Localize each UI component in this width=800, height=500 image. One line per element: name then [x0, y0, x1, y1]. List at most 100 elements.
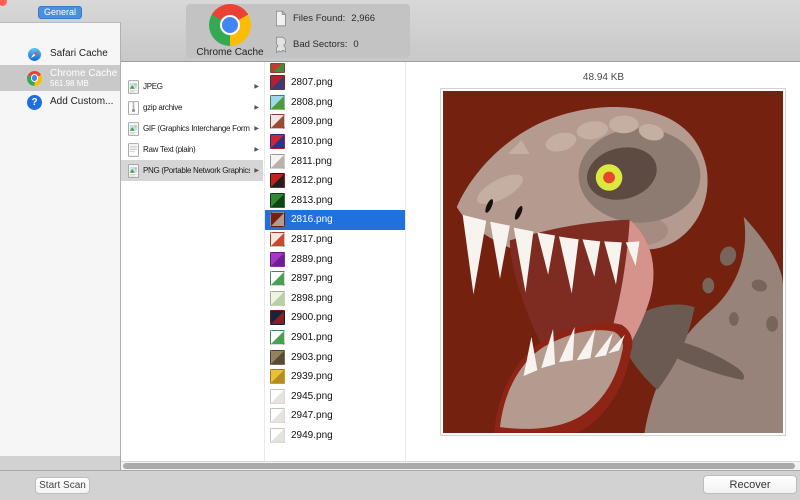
- file-list-item-2889-png[interactable]: 2889.png: [265, 249, 405, 269]
- chrome-icon: [27, 71, 42, 86]
- file-list-item-2809-png[interactable]: 2809.png: [265, 112, 405, 132]
- file-list-item-2900-png[interactable]: 2900.png: [265, 308, 405, 328]
- file-name: 2898.png: [291, 293, 333, 304]
- file-name: 2807.png: [291, 77, 333, 88]
- stat-value: 2,966: [351, 13, 375, 24]
- file-thumbnail: [270, 193, 285, 208]
- scrollbar-thumb[interactable]: [123, 463, 795, 469]
- file-list: 2807.png 2808.png 2809.png 2810.png 2811…: [264, 62, 406, 461]
- question-mark-icon: ?: [27, 95, 42, 110]
- app-window: Chrome Cache Files Found: 2,966 Bad Sect…: [0, 0, 800, 500]
- sidebar-item-safari-cache[interactable]: Safari Cache: [0, 43, 120, 65]
- file-list-item-2812-png[interactable]: 2812.png: [265, 171, 405, 191]
- file-type-label: Raw Text (plain): [143, 145, 250, 154]
- sidebar-item-label: Safari Cache: [50, 48, 108, 60]
- file-list-item-2898-png[interactable]: 2898.png: [265, 289, 405, 309]
- file-thumbnail: [270, 232, 285, 247]
- file-list-item-2901-png[interactable]: 2901.png: [265, 328, 405, 348]
- file-name: 2812.png: [291, 175, 333, 186]
- sidebar-item-add-custom[interactable]: ? Add Custom...: [0, 91, 120, 113]
- file-name: 2900.png: [291, 312, 333, 323]
- recover-button[interactable]: Recover: [703, 475, 797, 494]
- file-thumbnail: [270, 428, 285, 443]
- file-thumbnail: [270, 330, 285, 345]
- disclosure-arrow-icon: ▶: [254, 83, 259, 90]
- image-file-icon: [128, 164, 139, 178]
- scan-source: Chrome Cache: [186, 4, 274, 58]
- file-thumbnail: [270, 291, 285, 306]
- file-name: 2813.png: [291, 195, 333, 206]
- disclosure-arrow-icon: ▶: [254, 104, 259, 111]
- file-list-item-2945-png[interactable]: 2945.png: [265, 387, 405, 407]
- file-name: 2897.png: [291, 273, 333, 284]
- file-list-item-2903-png[interactable]: 2903.png: [265, 347, 405, 367]
- image-file-icon: [128, 80, 139, 94]
- file-list-item-2947-png[interactable]: 2947.png: [265, 406, 405, 426]
- safari-icon: [27, 47, 42, 62]
- sidebar-item-label: Add Custom...: [50, 96, 113, 108]
- start-scan-button[interactable]: Start Scan: [35, 477, 90, 494]
- chrome-icon: [209, 4, 251, 46]
- file-type-label: PNG (Portable Network Graphics): [143, 166, 250, 175]
- file-type-item-jpeg[interactable]: JPEG ▶: [121, 76, 263, 97]
- file-name: 2947.png: [291, 410, 333, 421]
- file-thumbnail: [270, 389, 285, 404]
- stat-label: Bad Sectors:: [293, 39, 347, 50]
- scan-source-title: Chrome Cache: [196, 47, 263, 58]
- file-name: 2903.png: [291, 352, 333, 363]
- preview-pane: 48.94 KB: [407, 62, 800, 461]
- file-thumbnail: [270, 271, 285, 286]
- file-thumbnail: [270, 408, 285, 423]
- file-list-item-2807-png[interactable]: 2807.png: [265, 73, 405, 93]
- file-type-label: GIF (Graphics Interchange Format): [143, 124, 250, 133]
- image-file-icon: [128, 122, 139, 136]
- file-list-item-2816-png[interactable]: 2816.png: [265, 210, 405, 230]
- preview-image: [440, 88, 786, 436]
- bottom-bar: [0, 470, 800, 500]
- horizontal-scrollbar[interactable]: [121, 461, 800, 470]
- file-type-item-raw[interactable]: Raw Text (plain) ▶: [121, 139, 263, 160]
- file-thumbnail: [270, 154, 285, 169]
- file-list-item-2897-png[interactable]: 2897.png: [265, 269, 405, 289]
- file-type-item-gif[interactable]: GIF (Graphics Interchange Format) ▶: [121, 118, 263, 139]
- archive-file-icon: [128, 101, 139, 115]
- file-list-item-2811-png[interactable]: 2811.png: [265, 151, 405, 171]
- sidebar-item-chrome-cache[interactable]: Chrome Cache 561.98 MB: [0, 65, 120, 91]
- file-name: 2949.png: [291, 430, 333, 441]
- file-size-label: 48.94 KB: [407, 72, 800, 83]
- file-thumbnail: [270, 350, 285, 365]
- file-thumbnail: [270, 134, 285, 149]
- file-thumbnail: [270, 212, 285, 227]
- file-list-item-2813-png[interactable]: 2813.png: [265, 191, 405, 211]
- file-list-item-2808-png[interactable]: 2808.png: [265, 93, 405, 113]
- file-type-item-png[interactable]: PNG (Portable Network Graphics) ▶: [121, 160, 263, 181]
- sidebar: Safari Cache Chrome Cache 561.98 MB ? Ad…: [0, 22, 121, 456]
- file-thumbnail: [270, 75, 285, 90]
- file-type-item-gzip[interactable]: gzip archive ▶: [121, 97, 263, 118]
- trex-artwork: [443, 91, 783, 433]
- file-type-list: JPEG ▶ gzip archive ▶ GIF (Graphics Inte…: [121, 76, 263, 181]
- file-name: 2817.png: [291, 234, 333, 245]
- file-list-item-partial[interactable]: [265, 62, 405, 73]
- file-thumbnail: [270, 63, 285, 73]
- file-name: 2811.png: [291, 156, 332, 167]
- file-list-item-2949-png[interactable]: 2949.png: [265, 426, 405, 446]
- file-name: 2945.png: [291, 391, 333, 402]
- file-thumbnail: [270, 114, 285, 129]
- file-type-label: gzip archive: [143, 103, 250, 112]
- text-file-icon: [128, 143, 139, 157]
- file-list-item-2810-png[interactable]: 2810.png: [265, 132, 405, 152]
- file-name: 2939.png: [291, 371, 333, 382]
- file-name: 2809.png: [291, 116, 333, 127]
- file-list-item-2939-png[interactable]: 2939.png: [265, 367, 405, 387]
- file-name: 2816.png: [291, 214, 333, 225]
- file-name: 2901.png: [291, 332, 333, 343]
- document-icon: [274, 10, 287, 27]
- file-name: 2810.png: [291, 136, 333, 147]
- file-thumbnail: [270, 252, 285, 267]
- tab-general[interactable]: General: [38, 6, 82, 19]
- stat-row: Bad Sectors: 0: [274, 34, 410, 55]
- disclosure-arrow-icon: ▶: [254, 146, 259, 153]
- file-list-item-2817-png[interactable]: 2817.png: [265, 230, 405, 250]
- bad-sector-icon: [274, 36, 287, 53]
